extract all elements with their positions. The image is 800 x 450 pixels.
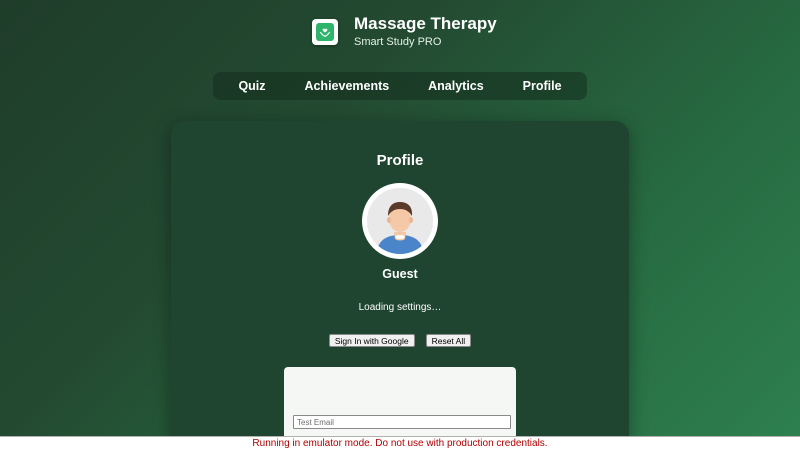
sign-in-google-button[interactable]: Sign In with Google [328,334,415,347]
avatar [362,183,438,259]
profile-actions: Sign In with Google Reset All [171,334,629,347]
app-header: Massage Therapy Smart Study PRO [312,14,497,49]
nav-item-quiz[interactable]: Quiz [230,75,273,97]
app-subtitle: Smart Study PRO [354,36,442,48]
settings-status: Loading settings… [358,302,442,313]
emulator-warning-banner: Running in emulator mode. Do not use wit… [0,436,800,450]
email-field[interactable] [293,415,511,429]
app-title: Massage Therapy [354,14,497,33]
main-nav: Quiz Achievements Analytics Profile [213,72,587,100]
app-title-block: Massage Therapy Smart Study PRO [354,14,497,49]
user-avatar-icon [367,188,433,254]
nav-item-achievements[interactable]: Achievements [296,75,397,97]
nav-item-profile[interactable]: Profile [515,75,570,97]
app-logo [312,18,338,45]
nav-item-analytics[interactable]: Analytics [420,75,492,97]
profile-card: Profile Guest Loading settings… Sign In … [171,121,629,450]
reset-all-button[interactable]: Reset All [425,334,472,347]
heart-hands-icon [316,22,334,41]
page-title: Profile [376,152,424,169]
username: Guest [382,267,418,281]
